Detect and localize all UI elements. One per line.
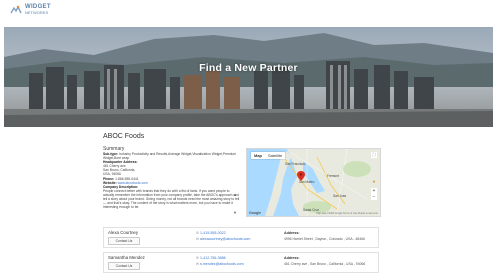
contact-us-button[interactable]: Contact Us: [108, 262, 140, 270]
hero-banner: Find a New Partner: [4, 27, 493, 127]
map-label: San Francisco: [285, 162, 306, 166]
contact-card: Samantha Mendez Contact Us ✆1-412-756-36…: [103, 252, 379, 273]
pegman-icon[interactable]: ●: [371, 179, 377, 186]
company-description: People connect better with brands that t…: [103, 188, 240, 210]
scroll-up-icon[interactable]: ▲: [232, 193, 238, 197]
map-label: San Jose: [333, 194, 347, 198]
city-skyline-image: [4, 27, 493, 127]
contact-name: Samantha Mendez: [108, 255, 145, 260]
contact-us-button[interactable]: Contact Us: [108, 237, 140, 245]
logo-subtitle: NETWORKS: [25, 10, 49, 15]
google-logo: Google: [249, 211, 262, 215]
contact-list: Alexa Courtney Contact Us ✆1-415-555-002…: [103, 227, 379, 277]
hero-title: Find a New Partner: [199, 62, 298, 74]
tab-satellite[interactable]: Satellite: [265, 152, 285, 159]
email-icon: ✉: [196, 262, 200, 266]
map-zoom-controls: + −: [371, 188, 377, 200]
email-icon: ✉: [196, 237, 200, 241]
map-label: Fremont: [327, 174, 339, 178]
company-name: ABOC Foods: [103, 133, 145, 140]
company-summary[interactable]: Sub-type: Industry Productivity and Resu…: [103, 152, 240, 218]
widget-logo-icon: [10, 4, 22, 16]
address-label: Address:: [284, 231, 300, 235]
summary-scrollbar[interactable]: ▲ ▼: [232, 193, 238, 217]
location-map[interactable]: San Francisco San Mateo Fremont San Jose…: [246, 148, 381, 217]
site-header: WIDGET NETWORKS: [0, 0, 497, 28]
site-logo[interactable]: WIDGET NETWORKS: [10, 4, 51, 16]
contact-address: 4996 Harriet Street , Dayton , Colorado …: [284, 237, 365, 241]
contact-email[interactable]: ✉alexacourtney@abocfoods.com: [196, 237, 250, 241]
map-terms[interactable]: Map data ©2020 Google Terms of Use Repor…: [316, 212, 378, 215]
zoom-out-button[interactable]: −: [371, 194, 377, 200]
contact-address: 461 Cherry ave , San Bruno , California …: [284, 262, 366, 266]
contact-phone[interactable]: ✆1-412-756-3686: [196, 256, 226, 260]
tab-map[interactable]: Map: [251, 152, 265, 159]
address-label: Address:: [284, 256, 300, 260]
phone-icon: ✆: [196, 256, 200, 260]
contact-phone[interactable]: ✆1-415-555-0022: [196, 231, 226, 235]
summary-line: Sub-type: Industry Productivity and Resu…: [103, 152, 237, 161]
map-canvas[interactable]: San Francisco San Mateo Fremont San Jose…: [247, 149, 380, 216]
contact-email[interactable]: ✉s.mendez@abocfoods.com: [196, 262, 244, 266]
contact-name: Alexa Courtney: [108, 230, 139, 235]
contact-card: Alexa Courtney Contact Us ✆1-415-555-002…: [103, 227, 379, 248]
map-type-tabs: Map Satellite: [251, 152, 286, 159]
phone-icon: ✆: [196, 231, 200, 235]
fullscreen-icon[interactable]: ⛶: [371, 152, 377, 158]
scroll-down-icon[interactable]: ▼: [232, 211, 238, 215]
